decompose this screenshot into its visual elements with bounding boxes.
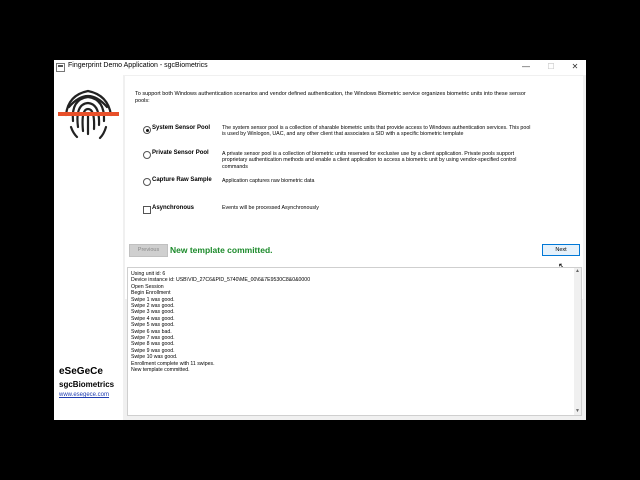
radio-button[interactable] bbox=[143, 178, 151, 186]
option-label[interactable]: Private Sensor Pool bbox=[152, 150, 209, 156]
fingerprint-logo-icon bbox=[55, 77, 122, 144]
option-label[interactable]: Asynchronous bbox=[152, 205, 194, 211]
checkbox[interactable] bbox=[143, 206, 151, 214]
log-line: Device instance id: USB\VID_27C6&PID_574… bbox=[131, 277, 311, 284]
option-description: Events will be processed Asynchronously bbox=[222, 205, 319, 211]
log-textbox[interactable]: Using unit id: 6 Device instance id: USB… bbox=[127, 267, 582, 416]
brand-name: eSeGeCe bbox=[59, 366, 103, 377]
minimize-icon[interactable]: — bbox=[519, 61, 533, 73]
previous-button[interactable]: Previous bbox=[129, 244, 168, 257]
intro-text: To support both Windows authentication s… bbox=[135, 91, 526, 104]
scroll-down-icon[interactable]: ▼ bbox=[574, 408, 581, 415]
radio-selected-dot bbox=[145, 128, 149, 132]
next-button[interactable]: Next bbox=[542, 244, 580, 256]
log-line: New template committed. bbox=[131, 367, 190, 374]
radio-button[interactable] bbox=[143, 126, 151, 134]
sidebar: eSeGeCe sgcBiometrics www.esegece.com bbox=[54, 75, 123, 420]
scroll-up-icon[interactable]: ▲ bbox=[574, 268, 581, 275]
option-label[interactable]: Capture Raw Sample bbox=[152, 177, 212, 183]
website-link[interactable]: www.esegece.com bbox=[59, 392, 109, 398]
options-panel: To support both Windows authentication s… bbox=[125, 76, 583, 299]
log-lines: Using unit id: 6 Device instance id: USB… bbox=[128, 271, 310, 374]
product-name: sgcBiometrics bbox=[59, 380, 115, 389]
option-description: A private sensor pool is a collection of… bbox=[222, 151, 517, 170]
option-description: The system sensor pool is a collection o… bbox=[222, 125, 531, 138]
app-icon bbox=[56, 63, 65, 72]
title-bar[interactable]: Fingerprint Demo Application - sgcBiomet… bbox=[54, 60, 586, 75]
option-label[interactable]: System Sensor Pool bbox=[152, 125, 210, 131]
close-icon[interactable]: ✕ bbox=[568, 61, 582, 73]
radio-button[interactable] bbox=[143, 151, 151, 159]
window-title: Fingerprint Demo Application - sgcBiomet… bbox=[68, 62, 208, 69]
status-message: New template committed. bbox=[170, 245, 273, 255]
vertical-scrollbar[interactable]: ▲ ▼ bbox=[574, 268, 581, 415]
maximize-icon[interactable]: ☐ bbox=[544, 61, 558, 73]
option-description: Application captures raw biometric data bbox=[222, 178, 315, 184]
